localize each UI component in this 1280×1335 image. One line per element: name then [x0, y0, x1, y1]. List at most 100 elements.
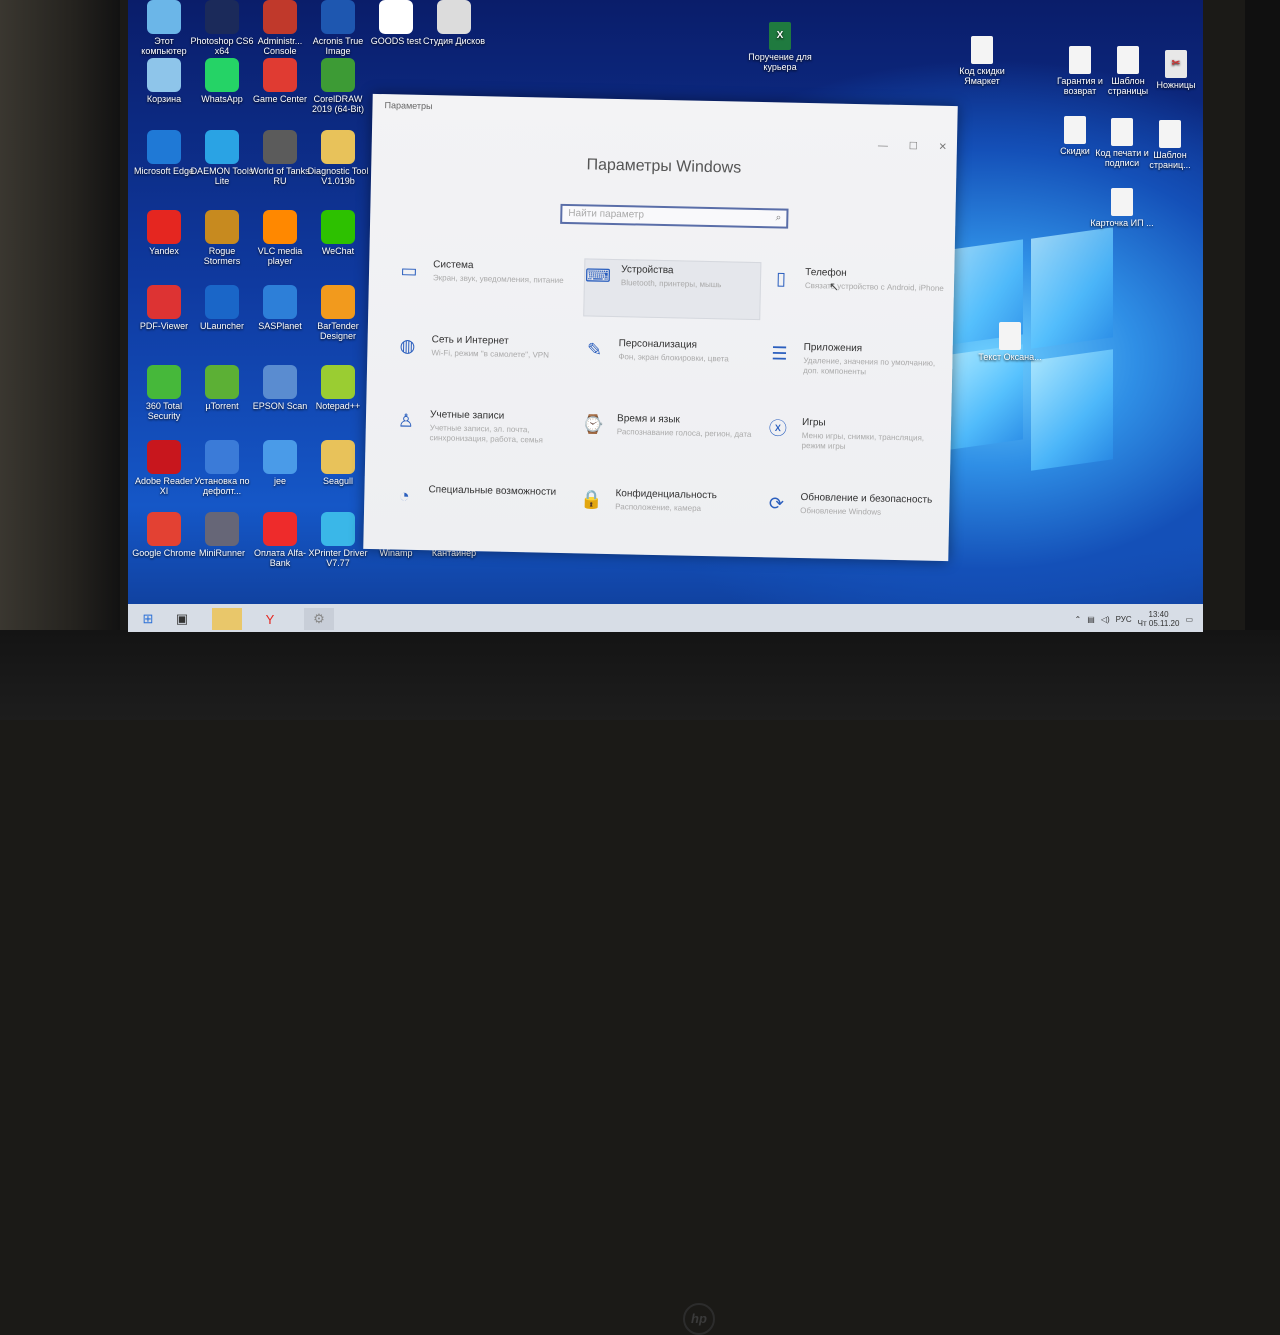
volume-icon[interactable]: ◁)	[1101, 615, 1110, 624]
ulauncher-icon	[205, 285, 239, 319]
settings-tile[interactable]: ⟳ Обновление и безопасность Обновление Win…	[764, 487, 940, 547]
desktop-icon-label: SDD	[1192, 82, 1203, 92]
desktop-icon[interactable]: Оплата Alfa-Bank	[248, 512, 312, 568]
minirunner-icon	[205, 512, 239, 546]
desktop-icon-label: SASPlanet	[258, 321, 302, 331]
desktop-icon[interactable]: Microsoft Edge	[132, 130, 196, 176]
desktop-icon[interactable]: Diagnostic Tool V1.019b	[306, 130, 370, 186]
desktop-icon[interactable]: EPSON Scan	[248, 365, 312, 411]
monitor-bezel-left	[0, 0, 120, 720]
monitor-bezel-bottom: hp	[0, 630, 1280, 1335]
settings-tile[interactable]: 🔒 Конфиденциальность Расположение, камера	[579, 483, 755, 543]
clock[interactable]: 13:40 Чт 05.11.20	[1138, 610, 1180, 628]
settings-tile[interactable]: ♙ Учетные записи Учетные записи, эл. почта…	[393, 404, 569, 464]
desktop-icon[interactable]: Корзина	[132, 58, 196, 104]
desktop-icon-label: Administr... Console	[257, 36, 303, 56]
desktop-icon[interactable]: MiniRunner	[190, 512, 254, 558]
settings-tile-name: Устройства	[621, 264, 674, 277]
desktop-icon-label: WeChat	[321, 246, 355, 256]
desktop-icon[interactable]: Текст Оксана...	[978, 322, 1042, 362]
desktop-icon[interactable]: Карточка ИП ...	[1090, 188, 1154, 228]
desktop-icon[interactable]: Acronis True Image	[306, 0, 370, 56]
disc-icon	[437, 0, 471, 34]
desktop-icon[interactable]: Студия Дисков	[422, 0, 486, 46]
maximize-button[interactable]: ☐	[909, 141, 918, 152]
desktop-icon-label: Adobe Reader XI	[134, 476, 194, 496]
desktop-icon-label: World of Tanks RU	[250, 166, 310, 186]
search-placeholder: Найти параметр	[568, 208, 645, 221]
desktop-icon[interactable]: ULauncher	[190, 285, 254, 331]
desktop-icon[interactable]: SASPlanet	[248, 285, 312, 331]
settings-window[interactable]: Параметры — ☐ ✕ Параметры Windows Найти …	[363, 93, 958, 562]
desktop-icon[interactable]: Administr... Console	[248, 0, 312, 56]
notifications-icon[interactable]: ▭	[1185, 615, 1193, 624]
settings-tile[interactable]: ⌨ Устройства Bluetooth, принтеры, мышь	[583, 258, 762, 321]
settings-tile-description: Bluetooth, принтеры, мышь	[620, 278, 722, 290]
settings-tile[interactable]: ✎ Персонализация Фон, экран блокировки, цв…	[582, 333, 758, 393]
desktop-icon[interactable]: jee	[248, 440, 312, 486]
yandex-browser-icon[interactable]: Y	[258, 608, 282, 630]
tray-chevron-icon[interactable]: ⌃	[1075, 615, 1082, 624]
desktop-icon[interactable]: Yandex	[132, 210, 196, 256]
settings-tile[interactable]: ◍ Сеть и Интернет Wi-Fi, режим "в самолете…	[395, 329, 571, 389]
settings-tile[interactable]: ⌚ Время и язык Распознавание голоса, регио…	[580, 408, 756, 468]
search-input[interactable]: Найти параметр ⌕	[560, 203, 789, 229]
settings-tile[interactable]: ▭ Система Экран, звук, уведомления, питани…	[396, 254, 572, 314]
desktop-icon[interactable]: CorelDRAW 2019 (64-Bit)	[306, 58, 370, 114]
xprinter-icon	[321, 512, 355, 546]
desktop-icon[interactable]: Game Center	[248, 58, 312, 104]
desktop-icon-label: XPrinter Driver V7.77	[308, 548, 368, 568]
settings-tile[interactable]: ☰ Приложения Удаление, значения по умолчан…	[767, 337, 943, 397]
admin-console-icon	[263, 0, 297, 34]
whatsapp-icon	[205, 58, 239, 92]
task-view-icon[interactable]: ▣	[170, 608, 194, 630]
photoshop-icon	[205, 0, 239, 34]
settings-tile[interactable]: ▯ Телефон Связать устройство с Android, iP…	[768, 262, 944, 322]
desktop-icon[interactable]: WeChat	[306, 210, 370, 256]
desktop-icon[interactable]: Adobe Reader XI	[132, 440, 196, 496]
settings-tile[interactable]: ◔ Специальные возможности	[392, 479, 568, 539]
desktop-icon[interactable]: Seagull	[306, 440, 370, 486]
desktop-icon[interactable]: DAEMON Tools Lite	[190, 130, 254, 186]
lock-icon: 🔒	[579, 489, 603, 510]
desktop-icon[interactable]: PDF-Viewer	[132, 285, 196, 331]
desktop-icon[interactable]: 360 Total Security	[132, 365, 196, 421]
hp-logo: hp	[683, 1303, 715, 1335]
desktop-icon[interactable]: Установка по дефолт...	[190, 440, 254, 496]
desktop-icon[interactable]: Notepad++	[306, 365, 370, 411]
desktop-icon-label: Rogue Stormers	[203, 246, 241, 266]
close-button[interactable]: ✕	[938, 142, 947, 153]
desktop-icon-label: Yandex	[149, 246, 179, 256]
desktop-icon-label: BarTender Designer	[317, 321, 359, 341]
network-icon[interactable]: ▤	[1087, 615, 1095, 624]
window-title: Параметры	[384, 100, 433, 112]
desktop-icon[interactable]: X Поручение для курьера	[748, 22, 812, 72]
desktop-icon-label: µTorrent	[205, 401, 239, 411]
settings-taskbar-icon[interactable]: ⚙	[304, 608, 334, 630]
input-language[interactable]: РУС	[1116, 615, 1132, 624]
desktop-icon[interactable]: Шаблон страниц...	[1138, 120, 1202, 170]
file-explorer-icon[interactable]	[212, 608, 242, 630]
desktop-icon[interactable]: WhatsApp	[190, 58, 254, 104]
minimize-button[interactable]: —	[878, 140, 888, 151]
desktop-icon[interactable]: Код скидки Ямаркет	[950, 36, 1014, 86]
desktop-icon[interactable]: SDD	[1192, 52, 1203, 92]
desktop-icon[interactable]: XPrinter Driver V7.77	[306, 512, 370, 568]
desktop-icon[interactable]: Этот компьютер	[132, 0, 196, 56]
desktop-icon[interactable]: Rogue Stormers	[190, 210, 254, 266]
desktop-icon[interactable]: BarTender Designer	[306, 285, 370, 341]
desktop-icon[interactable]: Photoshop CS6 x64	[190, 0, 254, 56]
settings-tile-description: Wi-Fi, режим "в самолете", VPN	[431, 348, 550, 360]
start-button[interactable]: ⊞	[136, 608, 160, 630]
desktop-icon[interactable]: World of Tanks RU	[248, 130, 312, 186]
desktop-icon[interactable]: µTorrent	[190, 365, 254, 411]
apps-icon: ☰	[771, 343, 788, 364]
desktop-icon[interactable]: VLC media player	[248, 210, 312, 266]
time-language-icon: ⌚	[581, 414, 605, 435]
search-icon: ⌕	[775, 212, 782, 224]
xbox-icon: ⓧ	[768, 418, 788, 439]
desktop-icon[interactable]: GOODS test	[364, 0, 428, 46]
settings-tile[interactable]: ⓧ Игры Меню игры, снимки, трансляция, режи…	[765, 412, 941, 472]
desktop-icon[interactable]: Google Chrome	[132, 512, 196, 558]
desktop-icon-label: 360 Total Security	[145, 401, 183, 421]
